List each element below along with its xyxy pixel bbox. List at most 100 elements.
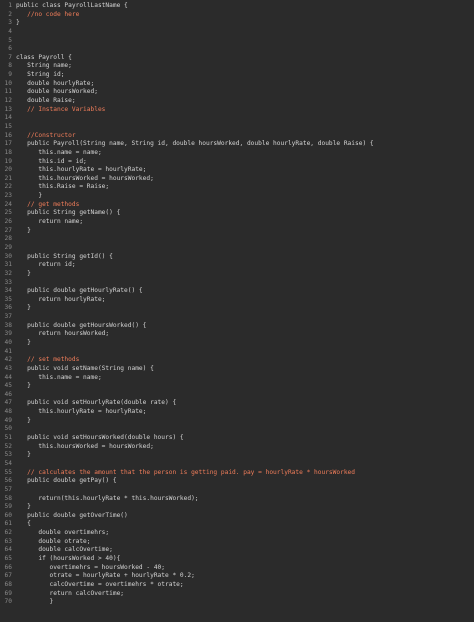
line-number: 39 <box>4 330 12 338</box>
code-line[interactable]: 5 <box>0 37 474 46</box>
code-line[interactable]: 30 public String getId() { <box>0 253 474 262</box>
code-line[interactable]: 52 this.hoursWorked = hoursWorked; <box>0 443 474 452</box>
code-line[interactable]: 65 if (hoursWorked > 40){ <box>0 555 474 564</box>
code-line[interactable]: 28 <box>0 235 474 244</box>
code-line[interactable]: 69 return calcOvertime; <box>0 590 474 599</box>
code-line[interactable]: 4 <box>0 28 474 37</box>
code-text: } <box>16 192 43 200</box>
code-line[interactable]: 3} <box>0 19 474 28</box>
code-text: return hoursWorked; <box>16 330 110 338</box>
code-line[interactable]: 24 // get methods <box>0 201 474 210</box>
code-line[interactable]: 15 <box>0 123 474 132</box>
code-line[interactable]: 47 public void setHourlyRate(double rate… <box>0 399 474 408</box>
code-line[interactable]: 14 <box>0 114 474 123</box>
line-number: 21 <box>4 174 12 182</box>
line-number: 10 <box>4 79 12 87</box>
code-line[interactable]: 31 return id; <box>0 261 474 270</box>
code-line[interactable]: 36 } <box>0 304 474 313</box>
code-editor[interactable]: 1 public class PayrollLastName {2 //no co… <box>0 0 474 622</box>
code-line[interactable]: 35 return hourlyRate; <box>0 296 474 305</box>
code-line[interactable]: 66 overtimehrs = hoursWorked - 40; <box>0 564 474 573</box>
code-line[interactable]: 32 } <box>0 270 474 279</box>
code-line[interactable]: 9 String id; <box>0 71 474 80</box>
code-text: public void setHourlyRate(double rate) { <box>16 399 177 407</box>
line-number: 27 <box>4 226 12 234</box>
code-line[interactable]: 41 <box>0 348 474 357</box>
code-line[interactable]: 17 public Payroll(String name, String id… <box>0 140 474 149</box>
line-number: 9 <box>8 71 12 79</box>
code-line[interactable]: 8 String name; <box>0 62 474 71</box>
code-line[interactable]: 61 { <box>0 520 474 529</box>
code-line[interactable]: 18 this.name = name; <box>0 149 474 158</box>
code-line[interactable]: 68 calcOvertime = overtimehrs * otrate; <box>0 581 474 590</box>
code-line[interactable]: 48 this.hourlyRate = hourlyRate; <box>0 408 474 417</box>
code-text: calcOvertime = overtimehrs * otrate; <box>16 580 184 588</box>
code-line[interactable]: 1 public class PayrollLastName { <box>0 2 474 11</box>
code-line[interactable]: 70 } <box>0 598 474 607</box>
code-line[interactable]: 55 // calculates the amount that the per… <box>0 469 474 478</box>
code-line[interactable]: 39 return hoursWorked; <box>0 330 474 339</box>
code-line[interactable]: 42 // set methods <box>0 356 474 365</box>
code-line[interactable]: 40 } <box>0 339 474 348</box>
code-line[interactable]: 51 public void setHoursWorked(double hou… <box>0 434 474 443</box>
code-line[interactable]: 26 return name; <box>0 218 474 227</box>
code-line[interactable]: 63 double otrate; <box>0 538 474 547</box>
code-line[interactable]: 27 } <box>0 227 474 236</box>
line-number: 20 <box>4 166 12 174</box>
code-line[interactable]: 21 this.hoursWorked = hoursWorked; <box>0 175 474 184</box>
line-number: 66 <box>4 563 12 571</box>
code-line[interactable]: 7 class Payroll { <box>0 54 474 63</box>
code-line[interactable]: 44 this.name = name; <box>0 374 474 383</box>
code-line[interactable]: 46 <box>0 391 474 400</box>
code-line[interactable]: 49 } <box>0 417 474 426</box>
line-number: 12 <box>4 97 12 105</box>
code-text: return name; <box>16 218 84 226</box>
code-line[interactable]: 12 double Raise; <box>0 97 474 106</box>
code-text: this.Raise = Raise; <box>16 183 110 191</box>
code-line[interactable]: 23 } <box>0 192 474 201</box>
code-line[interactable]: 29 <box>0 244 474 253</box>
code-line[interactable]: 25 public String getName() { <box>0 209 474 218</box>
code-line[interactable]: 53 } <box>0 451 474 460</box>
code-line[interactable]: 2 //no code here <box>0 11 474 20</box>
code-line[interactable]: 11 double hoursWorked; <box>0 88 474 97</box>
code-line[interactable]: 45 } <box>0 382 474 391</box>
code-line[interactable]: 67 otrate = hourlyRate + hourlyRate * 0.… <box>0 572 474 581</box>
code-line[interactable]: 50 <box>0 425 474 434</box>
code-line[interactable]: 34 public double getHourlyRate() { <box>0 287 474 296</box>
code-line[interactable]: 10 double hourlyRate; <box>0 80 474 89</box>
code-line[interactable]: 6 <box>0 45 474 54</box>
code-text: public String getName() { <box>16 209 121 217</box>
code-text: return(this.hourlyRate * this.hoursWorke… <box>16 494 199 502</box>
code-text: return calcOvertime; <box>16 589 125 597</box>
code-line[interactable]: 59 } <box>0 503 474 512</box>
code-line[interactable]: 13 // Instance Variables <box>0 106 474 115</box>
line-number: 30 <box>4 252 12 260</box>
code-line[interactable]: 60 public double getOverTime() <box>0 512 474 521</box>
code-line[interactable]: 37 <box>0 313 474 322</box>
code-line[interactable]: 20 this.hourlyRate = hourlyRate; <box>0 166 474 175</box>
line-number: 17 <box>4 140 12 148</box>
code-line[interactable]: 43 public void setName(String name) { <box>0 365 474 374</box>
code-line[interactable]: 16 //Constructor <box>0 132 474 141</box>
code-line[interactable]: 64 double calcOvertime; <box>0 546 474 555</box>
line-number: 28 <box>4 235 12 243</box>
code-line[interactable]: 54 <box>0 460 474 469</box>
code-line[interactable]: 57 <box>0 486 474 495</box>
code-text: return id; <box>16 261 76 269</box>
code-line[interactable]: 56 public double getPay() { <box>0 477 474 486</box>
code-line[interactable]: 62 double overtimehrs; <box>0 529 474 538</box>
code-line[interactable]: 22 this.Raise = Raise; <box>0 183 474 192</box>
code-text: double Raise; <box>16 97 76 105</box>
code-text: this.hourlyRate = hourlyRate; <box>16 408 147 416</box>
code-line[interactable]: 58 return(this.hourlyRate * this.hoursWo… <box>0 495 474 504</box>
code-line[interactable]: 33 <box>0 279 474 288</box>
line-number: 18 <box>4 148 12 156</box>
code-line[interactable]: 19 this.id = id; <box>0 158 474 167</box>
code-line[interactable]: 38 public double getHoursWorked() { <box>0 322 474 331</box>
line-number: 3 <box>8 19 12 27</box>
